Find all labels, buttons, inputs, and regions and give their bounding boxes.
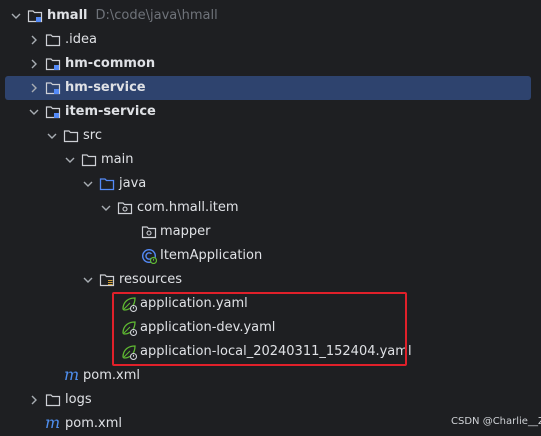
tree-row-package[interactable]: com.hmall.item	[0, 196, 541, 220]
root-path: D:\code\java\hmall	[95, 8, 218, 23]
tree-row-resources[interactable]: resources	[0, 268, 541, 292]
tree-row-item-pom[interactable]: m pom.xml	[0, 364, 541, 388]
chevron-right-icon[interactable]	[28, 34, 40, 46]
resources-folder-icon	[99, 274, 115, 287]
tree-row-item-service[interactable]: item-service	[0, 100, 541, 124]
tree-row-idea[interactable]: .idea	[0, 28, 541, 52]
tree-row-logs[interactable]: logs	[0, 388, 541, 412]
tree-row-hmall[interactable]: hmall D:\code\java\hmall	[0, 4, 541, 28]
tree-row-hm-common[interactable]: hm-common	[0, 52, 541, 76]
tree-label: com.hmall.item	[137, 200, 239, 215]
folder-icon	[45, 394, 61, 407]
tree-label: hm-common	[65, 56, 156, 71]
maven-icon: m	[45, 413, 61, 432]
chevron-right-icon[interactable]	[28, 82, 40, 94]
folder-icon	[45, 34, 61, 47]
tree-row-mapper[interactable]: mapper	[0, 220, 541, 244]
chevron-down-icon[interactable]	[10, 10, 22, 22]
tree-row-item-application[interactable]: ItemApplication	[0, 244, 541, 268]
tree-label: ItemApplication	[160, 248, 263, 263]
folder-icon	[63, 130, 79, 143]
highlight-box	[112, 292, 407, 366]
maven-icon: m	[64, 365, 80, 384]
module-folder-icon	[45, 58, 61, 71]
tree-label: hmall D:\code\java\hmall	[47, 7, 218, 25]
module-folder-icon	[45, 82, 61, 95]
tree-row-java[interactable]: java	[0, 172, 541, 196]
tree-label: hm-service	[65, 80, 146, 95]
tree-label: logs	[65, 392, 92, 407]
spring-boot-class-icon	[141, 248, 157, 264]
chevron-down-icon[interactable]	[82, 274, 94, 286]
tree-label: pom.xml	[65, 416, 122, 431]
folder-icon	[81, 154, 97, 167]
tree-row-src[interactable]: src	[0, 124, 541, 148]
chevron-down-icon[interactable]	[28, 106, 40, 118]
chevron-right-icon[interactable]	[28, 58, 40, 70]
chevron-down-icon[interactable]	[64, 154, 76, 166]
tree-label: mapper	[160, 224, 211, 239]
module-folder-icon	[27, 10, 43, 23]
tree-label: src	[83, 128, 102, 143]
chevron-down-icon[interactable]	[82, 178, 94, 190]
module-folder-icon	[45, 106, 61, 119]
tree-label: item-service	[65, 104, 156, 119]
tree-label: pom.xml	[83, 368, 140, 383]
source-folder-icon	[99, 178, 115, 191]
tree-label: resources	[119, 272, 183, 287]
tree-row-hm-service[interactable]: hm-service	[0, 76, 541, 100]
package-icon	[141, 226, 157, 239]
chevron-right-icon[interactable]	[28, 394, 40, 406]
root-name: hmall	[47, 8, 88, 23]
tree-label: main	[101, 152, 134, 167]
watermark: CSDN @Charlie__ZS	[451, 416, 541, 427]
tree-label: .idea	[65, 32, 97, 47]
tree-label: java	[119, 176, 147, 191]
chevron-down-icon[interactable]	[46, 130, 58, 142]
chevron-down-icon[interactable]	[100, 202, 112, 214]
package-icon	[117, 202, 133, 215]
tree-row-main[interactable]: main	[0, 148, 541, 172]
